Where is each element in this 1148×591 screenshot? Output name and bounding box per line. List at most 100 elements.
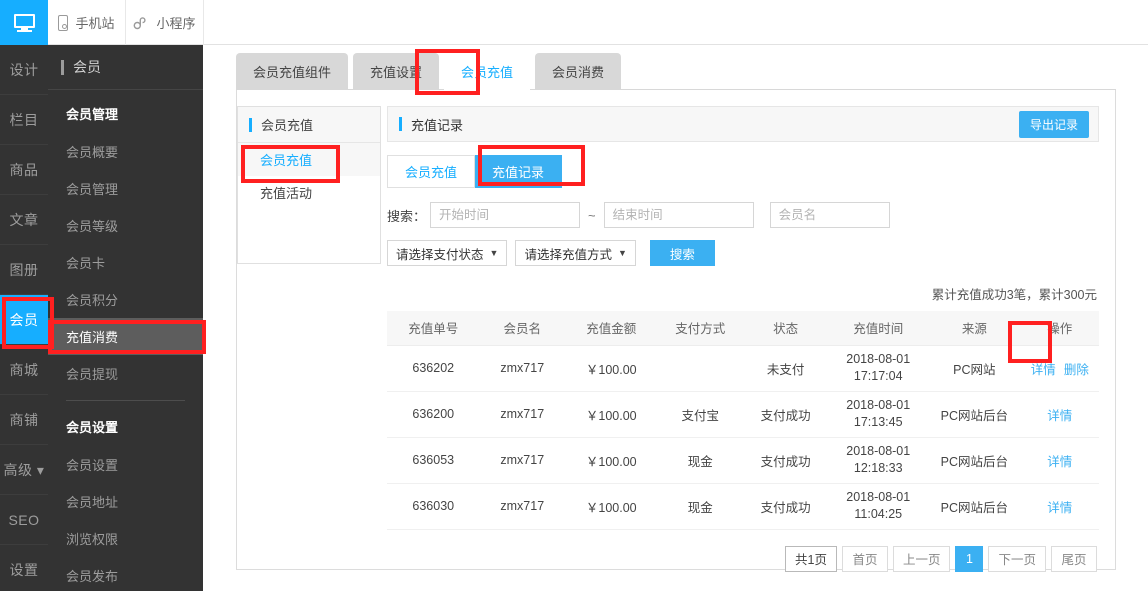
cell-recharge-date: 2018-08-01 xyxy=(846,352,911,367)
cell-source: PC网站后台 xyxy=(928,483,1021,530)
sidebar-item-recharge-consumption[interactable]: 充值消费 xyxy=(48,318,203,355)
export-records-button[interactable]: 导出记录 xyxy=(1018,110,1089,138)
search-row: 搜索： ~ xyxy=(387,202,1099,228)
column-member-name: 会员名 xyxy=(479,311,565,346)
cell-status: 未支付 xyxy=(742,345,829,392)
column-status: 状态 xyxy=(742,311,829,346)
topbar-mobile-label: 手机站 xyxy=(75,16,115,31)
pagination-first[interactable]: 首页 xyxy=(841,545,888,572)
cell-order-no: 636200 xyxy=(387,391,480,438)
cell-recharge-time: 2018-08-01 17:13:45 xyxy=(828,391,929,438)
sidebar-item-member-points[interactable]: 会员积分 xyxy=(48,281,203,318)
sidebar-item-member-withdrawal[interactable]: 会员提现 xyxy=(48,355,203,392)
pay-status-select[interactable]: 请选择支付状态 ▼ xyxy=(387,240,508,266)
inner-left-item-member-recharge[interactable]: 会员充值 xyxy=(238,143,380,176)
search-button[interactable]: 搜索 xyxy=(649,240,715,266)
secondary-sidebar: 会员 会员管理 会员概要 会员管理 会员等级 会员卡 会员积分 充值消费 会员提… xyxy=(48,45,203,591)
tab-strip: 会员充值组件 充值设置 会员充值 会员消费 xyxy=(236,53,622,90)
inner-left-panel: 会员充值 会员充值 充值活动 xyxy=(237,106,381,264)
content-card: 会员充值 会员充值 充值活动 充值记录 导出记录 会员充值 充值记录 搜索： 开… xyxy=(236,90,1116,572)
delete-link[interactable]: 删除 xyxy=(1064,363,1089,377)
topbar-item-desktop[interactable] xyxy=(0,0,48,45)
sidebar-item-member-publish[interactable]: 会员发布 xyxy=(48,557,203,591)
summary-text: 累计充值成功3笔，累计300元 xyxy=(931,288,1097,302)
pagination-total: 共1页 xyxy=(785,545,837,572)
start-time-input[interactable] xyxy=(430,202,581,228)
sidebar-breadcrumb: 会员 xyxy=(48,45,203,90)
tab-member-recharge[interactable]: 会员充值 xyxy=(444,53,531,90)
rail-item-seo[interactable]: SEO xyxy=(0,495,48,545)
cell-amount: ￥100.00 xyxy=(564,483,658,530)
pagination-last[interactable]: 尾页 xyxy=(1051,545,1097,572)
subtab-member-recharge[interactable]: 会员充值 xyxy=(387,155,476,188)
sidebar-item-member-address[interactable]: 会员地址 xyxy=(48,483,203,520)
cell-source: PC网站后台 xyxy=(928,391,1021,438)
rail-item-design[interactable]: 设计 xyxy=(0,45,48,95)
sidebar-item-member-level[interactable]: 会员等级 xyxy=(48,207,203,244)
rail-item-columns[interactable]: 栏目 xyxy=(0,95,48,145)
sidebar-item-browse-permission[interactable]: 浏览权限 xyxy=(48,520,203,557)
topbar-miniprogram-label: 小程序 xyxy=(156,16,196,31)
app-root: 手机站 小程序 设计 栏目 商品 文章 图册 会员 商城 商铺 高级 ▾ SEO… xyxy=(0,0,1148,591)
rail-item-members[interactable]: 会员 xyxy=(0,295,48,345)
rail-item-mall[interactable]: 商城 xyxy=(0,345,48,395)
sidebar-item-member-overview[interactable]: 会员概要 xyxy=(48,133,203,170)
subtab-recharge-records[interactable]: 充值记录 xyxy=(475,155,563,188)
rail-item-gallery[interactable]: 图册 xyxy=(0,245,48,295)
rail-item-products[interactable]: 商品 xyxy=(0,145,48,195)
detail-link[interactable]: 详情 xyxy=(1047,501,1072,515)
rail-item-shop[interactable]: 商铺 xyxy=(0,395,48,445)
cell-operation: 详情 xyxy=(1020,391,1099,438)
column-operation: 操作 xyxy=(1020,311,1099,346)
filter-row: 请选择支付状态 ▼ 请选择充值方式 ▼ 搜索 xyxy=(387,240,1099,266)
sidebar-group-member-management: 会员管理 xyxy=(66,107,119,122)
member-name-input[interactable] xyxy=(769,202,890,228)
sidebar-title: 会员 xyxy=(73,59,101,75)
phone-icon xyxy=(58,14,69,31)
table-header-row: 充值单号 会员名 充值金额 支付方式 状态 充值时间 来源 操作 xyxy=(387,311,1099,346)
cell-recharge-time: 2018-08-01 11:04:25 xyxy=(828,483,929,530)
cell-amount: ￥100.00 xyxy=(564,391,658,438)
pay-status-select-label: 请选择支付状态 xyxy=(396,247,484,262)
monitor-icon xyxy=(13,13,35,32)
search-label: 搜索： xyxy=(387,208,427,224)
topbar-item-miniprogram[interactable]: 小程序 xyxy=(126,0,204,45)
table-row: 636030 zmx717 ￥100.00 现金 支付成功 2018-08-01… xyxy=(387,483,1099,530)
detail-link[interactable]: 详情 xyxy=(1031,363,1056,377)
pagination-prev[interactable]: 上一页 xyxy=(892,545,951,572)
tab-member-consumption[interactable]: 会员消费 xyxy=(535,53,622,90)
cell-order-no: 636202 xyxy=(387,345,480,392)
pagination-next[interactable]: 下一页 xyxy=(988,545,1046,572)
inner-left-item-recharge-activity[interactable]: 充值活动 xyxy=(238,176,380,209)
recharge-type-select-label: 请选择充值方式 xyxy=(524,247,612,262)
rail-item-advanced[interactable]: 高级 ▾ xyxy=(0,445,48,495)
sidebar-item-member-management[interactable]: 会员管理 xyxy=(48,170,203,207)
end-time-input[interactable] xyxy=(603,202,754,228)
recharge-records-table: 充值单号 会员名 充值金额 支付方式 状态 充值时间 来源 操作 636202 xyxy=(387,311,1099,530)
detail-link[interactable]: 详情 xyxy=(1047,409,1072,423)
rail-item-articles[interactable]: 文章 xyxy=(0,195,48,245)
cell-recharge-date: 2018-08-01 xyxy=(846,490,911,505)
mini-program-icon xyxy=(134,16,147,29)
detail-link[interactable]: 详情 xyxy=(1047,455,1072,469)
cell-recharge-clock: 17:13:45 xyxy=(853,415,903,429)
cell-operation: 详情 删除 xyxy=(1020,345,1099,392)
rail-item-settings[interactable]: 设置 xyxy=(0,545,48,591)
table-row: 636202 zmx717 ￥100.00 未支付 2018-08-01 17:… xyxy=(387,345,1099,392)
cell-source: PC网站 xyxy=(928,345,1021,392)
pagination-page-1[interactable]: 1 xyxy=(955,545,984,572)
range-separator: ~ xyxy=(588,207,596,223)
cell-member-name: zmx717 xyxy=(479,345,565,392)
cell-pay-method: 支付宝 xyxy=(657,391,743,438)
tab-recharge-component[interactable]: 会员充值组件 xyxy=(236,53,349,90)
tab-recharge-settings[interactable]: 充值设置 xyxy=(353,53,440,90)
cell-recharge-date: 2018-08-01 xyxy=(846,398,911,413)
inner-left-spacer xyxy=(238,209,380,263)
topbar-item-mobile[interactable]: 手机站 xyxy=(48,0,126,45)
recharge-type-select[interactable]: 请选择充值方式 ▼ xyxy=(515,240,636,266)
sidebar-item-member-settings[interactable]: 会员设置 xyxy=(48,446,203,483)
sidebar-group-member-settings: 会员设置 xyxy=(66,420,119,435)
sub-tab-group: 会员充值 充值记录 xyxy=(387,155,1099,188)
sidebar-item-member-card[interactable]: 会员卡 xyxy=(48,244,203,281)
cell-member-name: zmx717 xyxy=(479,437,565,484)
